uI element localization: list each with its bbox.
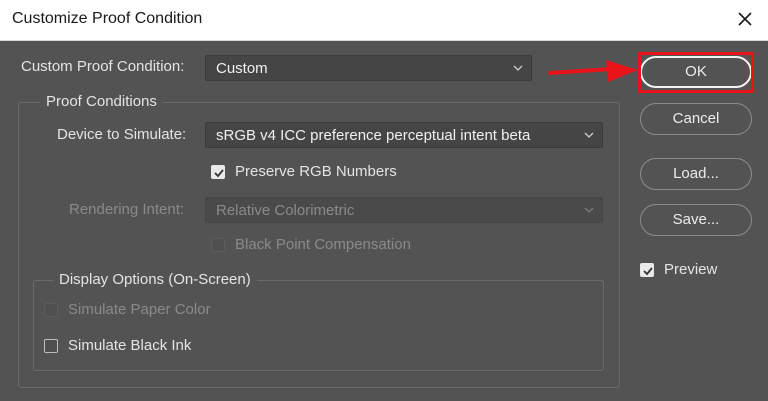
save-button[interactable]: Save... [640,204,752,236]
chevron-down-icon [584,207,594,213]
load-button[interactable]: Load... [640,158,752,190]
cancel-button[interactable]: Cancel [640,103,752,135]
dialog-window: Customize Proof Condition Custom Proof C… [0,0,768,401]
simulate-black-ink-checkbox[interactable] [44,339,58,353]
rendering-intent-select: Relative Colorimetric [205,197,603,223]
title-bar: Customize Proof Condition [0,0,768,41]
simulate-paper-color-checkbox [44,303,58,317]
close-icon[interactable] [734,8,756,30]
custom-proof-condition-label: Custom Proof Condition: [21,58,185,75]
custom-proof-condition-select[interactable]: Custom [205,55,532,81]
display-options-legend: Display Options (On-Screen) [53,271,257,288]
preview-label: Preview [664,261,718,278]
simulate-paper-color-label: Simulate Paper Color [68,301,211,318]
window-title: Customize Proof Condition [12,10,203,27]
proof-conditions-legend: Proof Conditions [40,93,163,110]
black-point-compensation-label: Black Point Compensation [235,236,411,253]
preserve-rgb-checkbox[interactable] [211,165,225,179]
chevron-down-icon [513,65,523,71]
preview-checkbox[interactable] [640,263,654,277]
device-to-simulate-select[interactable]: sRGB v4 ICC preference perceptual intent… [205,122,603,148]
checkmark-icon [214,169,224,178]
display-options-group [33,280,604,371]
checkmark-icon [643,267,653,276]
rendering-intent-value: Relative Colorimetric [216,202,355,219]
black-point-compensation-checkbox [211,238,225,252]
dialog-body: Custom Proof Condition: Custom Proof Con… [0,41,768,401]
preserve-rgb-label: Preserve RGB Numbers [235,163,397,180]
simulate-black-ink-label: Simulate Black Ink [68,337,192,354]
device-to-simulate-value: sRGB v4 ICC preference perceptual intent… [216,127,531,144]
device-to-simulate-label: Device to Simulate: [57,126,187,143]
custom-proof-condition-value: Custom [216,60,268,77]
rendering-intent-label: Rendering Intent: [69,201,185,218]
arrow-right-icon [548,60,638,82]
chevron-down-icon [584,132,594,138]
ok-highlight-box [638,52,754,93]
